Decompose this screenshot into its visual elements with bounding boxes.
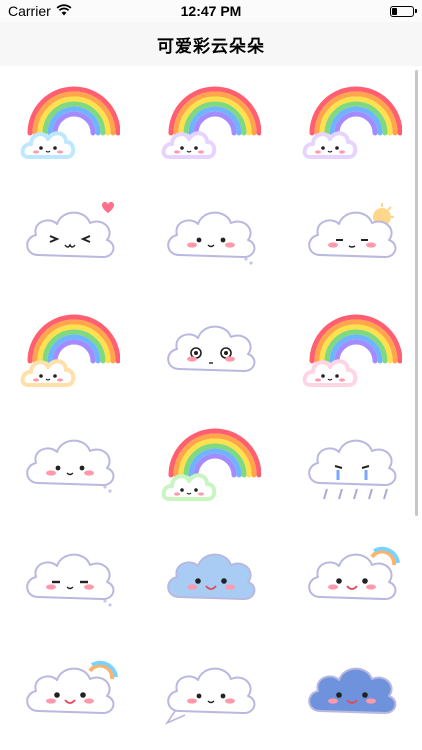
sticker-cell[interactable] bbox=[141, 636, 282, 750]
battery-level bbox=[392, 7, 397, 15]
rainbow-cloud-sticker bbox=[302, 299, 403, 404]
rainbow-face-cloud-sticker bbox=[20, 641, 120, 746]
surprised-cloud-sticker bbox=[161, 299, 261, 404]
page-title: 可爱彩云朵朵 bbox=[157, 36, 265, 56]
rainbow-cloud-sticker bbox=[302, 71, 403, 176]
speech-cloud-sticker bbox=[161, 641, 261, 746]
carrier-label: Carrier bbox=[8, 3, 51, 19]
rainbow-cloud-sticker bbox=[20, 299, 121, 404]
sticker-cell[interactable] bbox=[141, 522, 282, 636]
sticker-cell[interactable] bbox=[141, 408, 282, 522]
blue-cloud-sticker bbox=[302, 641, 402, 746]
status-bar: Carrier 12:47 PM bbox=[0, 0, 422, 22]
sticker-cell[interactable] bbox=[0, 180, 141, 294]
sticker-grid[interactable] bbox=[0, 66, 422, 750]
sticker-cell[interactable] bbox=[0, 294, 141, 408]
sticker-cell[interactable] bbox=[0, 522, 141, 636]
sun-cloud-sticker bbox=[302, 185, 402, 290]
calm-cloud-sticker bbox=[20, 527, 120, 632]
sticker-cell[interactable] bbox=[0, 66, 141, 180]
sticker-cell[interactable] bbox=[0, 636, 141, 750]
sticker-cell[interactable] bbox=[281, 636, 422, 750]
sticker-cell[interactable] bbox=[281, 408, 422, 522]
wifi-icon bbox=[56, 3, 72, 19]
rain-cloud-sticker bbox=[302, 413, 402, 518]
sticker-cell[interactable] bbox=[281, 294, 422, 408]
smiling-cloud-sticker bbox=[20, 413, 120, 518]
navigation-bar: 可爱彩云朵朵 bbox=[0, 22, 422, 66]
sticker-cell[interactable] bbox=[141, 180, 282, 294]
winking-cloud-sticker bbox=[20, 185, 120, 290]
sticker-cell[interactable] bbox=[281, 522, 422, 636]
blue-cloud-sticker bbox=[161, 527, 261, 632]
rainbow-face-cloud-sticker bbox=[302, 527, 402, 632]
sticker-cell[interactable] bbox=[281, 66, 422, 180]
battery-icon bbox=[390, 5, 417, 17]
rainbow-cloud-sticker bbox=[161, 413, 262, 518]
status-left: Carrier bbox=[8, 3, 72, 19]
smiling-cloud-sticker bbox=[161, 185, 261, 290]
rainbow-cloud-sticker bbox=[20, 71, 121, 176]
rainbow-cloud-sticker bbox=[161, 71, 262, 176]
sticker-cell[interactable] bbox=[281, 180, 422, 294]
sticker-cell[interactable] bbox=[141, 66, 282, 180]
vertical-scrollbar[interactable] bbox=[415, 70, 418, 516]
sticker-cell[interactable] bbox=[141, 294, 282, 408]
sticker-cell[interactable] bbox=[0, 408, 141, 522]
